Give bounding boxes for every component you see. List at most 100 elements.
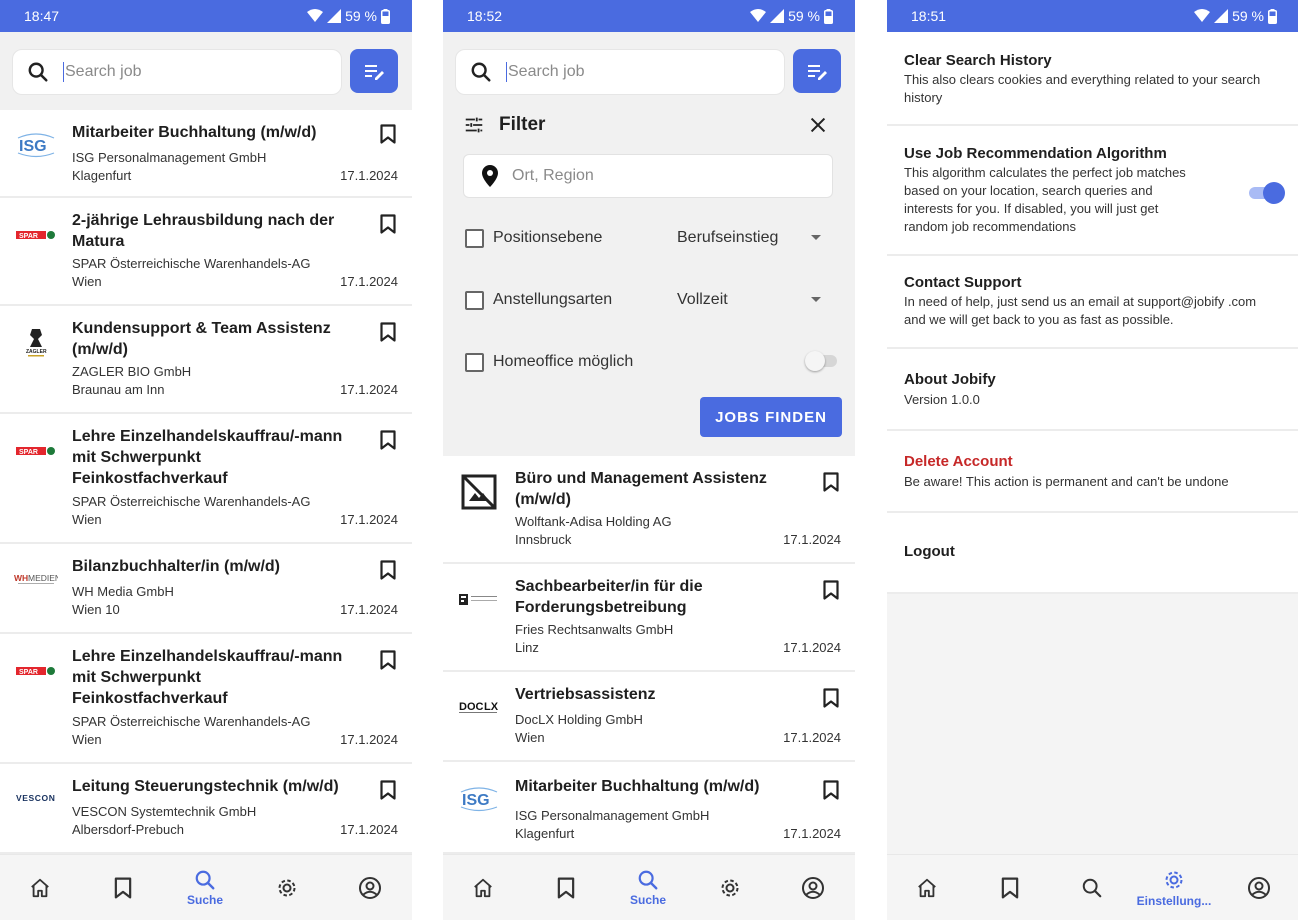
job-card[interactable]: ISG Mitarbeiter Buchhaltung (m/w/d) ISG … — [0, 110, 412, 198]
nav-search[interactable]: Suche — [618, 855, 678, 920]
position-select[interactable]: Berufseinstieg — [677, 229, 778, 247]
setting-title: Clear Search History — [904, 52, 1052, 69]
job-card[interactable]: SPAR Lehre Einzelhandelskauffrau/-mann m… — [0, 414, 412, 544]
bookmark-icon[interactable] — [380, 430, 396, 450]
bookmark-icon — [1001, 877, 1019, 899]
setting-logout[interactable]: Logout — [887, 513, 1298, 594]
job-date: 17.1.2024 — [340, 732, 398, 747]
setting-description: Version 1.0.0 — [904, 392, 980, 407]
setting-contact-support[interactable]: Contact Support In need of help, just se… — [887, 256, 1298, 349]
bookmark-icon[interactable] — [380, 214, 396, 234]
job-company: SPAR Österreichische Warenhandels-AG — [72, 256, 311, 271]
job-title: Mitarbeiter Buchhaltung (m/w/d) — [515, 778, 760, 795]
doclx-logo: DOC LX — [455, 698, 503, 716]
nav-settings[interactable]: Einstellung... — [1129, 855, 1219, 920]
svg-text:ZAGLER: ZAGLER — [26, 349, 47, 355]
setting-description: This also clears cookies and everything … — [904, 72, 1261, 105]
search-input[interactable]: Search job — [12, 49, 342, 95]
nav-settings[interactable] — [257, 855, 317, 920]
job-card[interactable]: Sachbearbeiter/in für die Forderungsbetr… — [443, 564, 855, 672]
recommendation-toggle[interactable] — [1249, 182, 1285, 204]
nav-bookmarks[interactable] — [536, 855, 596, 920]
bottom-nav: Suche — [0, 854, 412, 920]
tune-icon — [465, 117, 483, 133]
battery-icon — [1268, 8, 1277, 24]
bookmark-icon[interactable] — [823, 688, 839, 708]
bookmark-icon[interactable] — [823, 472, 839, 492]
position-checkbox[interactable] — [465, 228, 484, 248]
job-location: Innsbruck — [515, 532, 572, 547]
job-card[interactable]: VESCON Leitung Steuerungstechnik (m/w/d)… — [0, 764, 412, 854]
filter-button[interactable] — [350, 49, 398, 93]
fries-logo — [455, 592, 503, 608]
nav-search[interactable] — [1062, 855, 1122, 920]
signal-icon — [327, 9, 342, 23]
bookmark-icon[interactable] — [380, 650, 396, 670]
status-time: 18:51 — [911, 8, 947, 24]
homeoffice-checkbox[interactable] — [465, 352, 484, 372]
job-card[interactable]: SPAR 2-jährige Lehrausbildung nach der M… — [0, 198, 412, 306]
nav-bookmarks[interactable] — [980, 855, 1040, 920]
job-list: Büro und Management Assistenz (m/w/d) Wo… — [443, 456, 855, 854]
bookmark-icon[interactable] — [380, 780, 396, 800]
find-jobs-button[interactable]: JOBS FINDEN — [700, 397, 842, 437]
vescon-logo: VESCON — [12, 790, 60, 806]
bookmark-icon[interactable] — [380, 124, 396, 144]
job-company: ISG Personalmanagement GmbH — [515, 808, 710, 823]
nav-home[interactable] — [897, 855, 957, 920]
job-card[interactable]: SPAR Lehre Einzelhandelskauffrau/-mann m… — [0, 634, 412, 764]
location-input[interactable]: Ort, Region — [463, 154, 833, 198]
setting-about[interactable]: About Jobify Version 1.0.0 — [887, 349, 1298, 431]
bookmark-icon[interactable] — [823, 580, 839, 600]
setting-delete-account[interactable]: Delete Account Be aware! This action is … — [887, 431, 1298, 513]
search-icon — [638, 870, 658, 890]
bottom-nav: Suche — [443, 854, 855, 920]
home-icon — [31, 878, 49, 898]
close-icon[interactable] — [807, 114, 829, 136]
gear-icon — [721, 879, 739, 897]
home-icon — [918, 878, 936, 898]
status-time: 18:47 — [24, 8, 60, 24]
nav-profile[interactable] — [783, 855, 843, 920]
job-card[interactable]: Büro und Management Assistenz (m/w/d) Wo… — [443, 456, 855, 564]
nav-profile[interactable] — [340, 855, 400, 920]
account-icon — [802, 877, 824, 899]
job-location: Wien — [72, 732, 102, 747]
bookmark-icon[interactable] — [380, 322, 396, 342]
search-input[interactable]: Search job — [455, 49, 785, 95]
job-card[interactable]: WH MEDIEN Bilanzbuchhalter/in (m/w/d) WH … — [0, 544, 412, 634]
job-card[interactable]: ZAGLER Kundensupport & Team Assistenz (m… — [0, 306, 412, 414]
homeoffice-toggle[interactable] — [805, 351, 839, 371]
nav-search[interactable]: Suche — [175, 855, 235, 920]
job-title: Büro und Management Assistenz (m/w/d) — [515, 470, 767, 508]
nav-bookmarks[interactable] — [93, 855, 153, 920]
location-pin-icon — [482, 165, 498, 187]
homeoffice-label: Homeoffice möglich — [493, 353, 634, 370]
job-location: Linz — [515, 640, 539, 655]
nav-home[interactable] — [10, 855, 70, 920]
filter-list-icon — [365, 65, 384, 80]
nav-profile[interactable] — [1229, 855, 1289, 920]
job-title: Mitarbeiter Buchhaltung (m/w/d) — [72, 124, 317, 141]
job-company: ISG Personalmanagement GmbH — [72, 150, 267, 165]
svg-text:SPAR: SPAR — [19, 449, 38, 456]
no-image-icon — [455, 472, 503, 512]
setting-clear-history[interactable]: Clear Search History This also clears co… — [887, 32, 1298, 126]
bookmark-icon[interactable] — [823, 780, 839, 800]
job-company: VESCON Systemtechnik GmbH — [72, 804, 257, 819]
search-icon — [471, 62, 491, 82]
bookmark-icon[interactable] — [380, 560, 396, 580]
svg-text:DOC: DOC — [459, 701, 484, 713]
employment-select[interactable]: Vollzeit — [677, 291, 728, 309]
status-time: 18:52 — [467, 8, 503, 24]
nav-settings[interactable] — [700, 855, 760, 920]
filter-button[interactable] — [793, 49, 841, 93]
job-card[interactable]: ISG Mitarbeiter Buchhaltung (m/w/d) ISG … — [443, 762, 855, 854]
employment-checkbox[interactable] — [465, 290, 484, 310]
svg-text:VESCON: VESCON — [16, 793, 56, 803]
job-company: Fries Rechtsanwalts GmbH — [515, 622, 674, 637]
job-card[interactable]: DOC LX Vertriebsassistenz DocLX Holding G… — [443, 672, 855, 762]
nav-home[interactable] — [453, 855, 513, 920]
svg-text:ISG: ISG — [462, 792, 490, 809]
location-placeholder: Ort, Region — [512, 167, 594, 184]
